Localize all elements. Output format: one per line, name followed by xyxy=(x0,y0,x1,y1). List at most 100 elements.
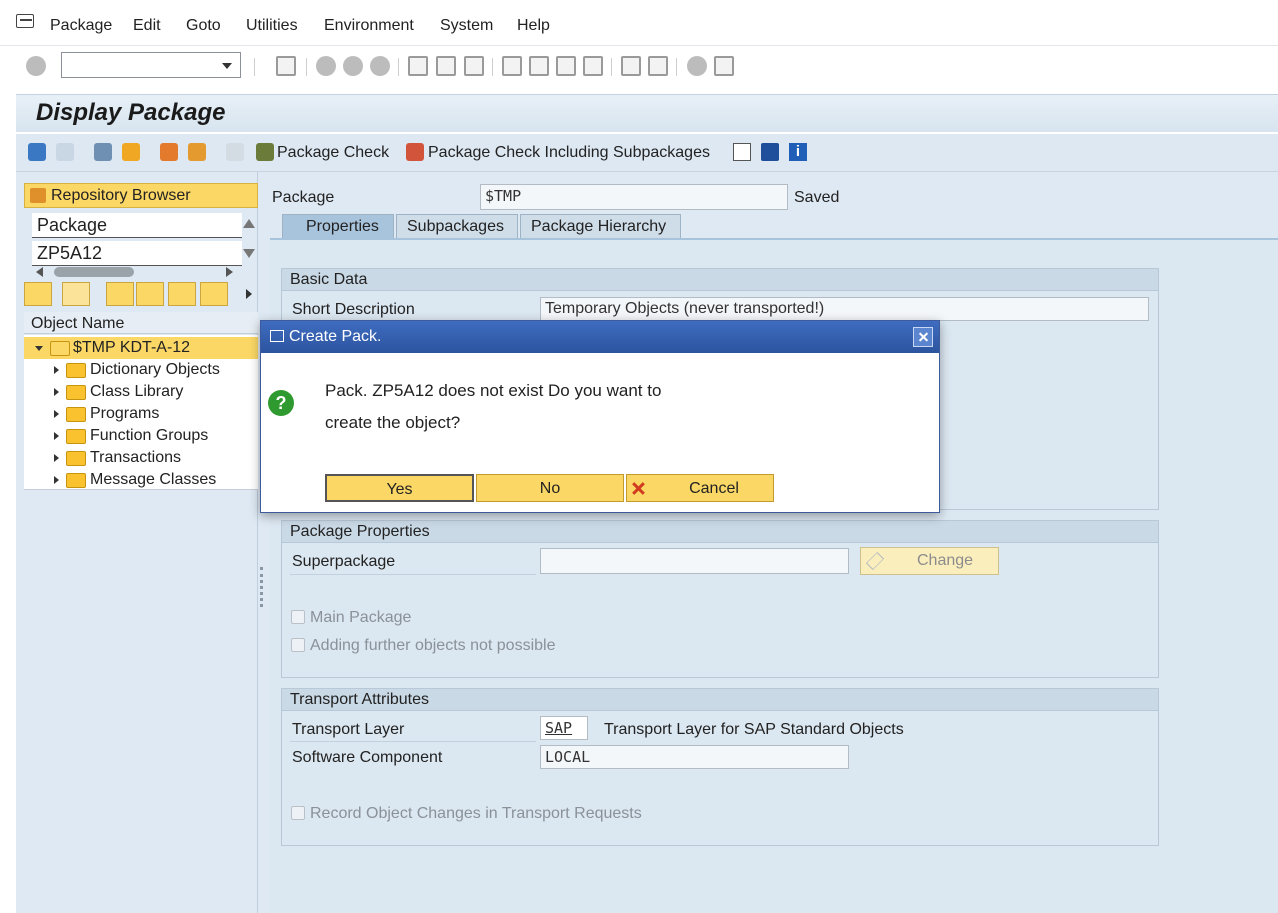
adding-further-checkbox[interactable] xyxy=(291,638,305,652)
tree-node-label: Transactions xyxy=(90,449,181,466)
chevron-right-icon[interactable] xyxy=(54,388,59,396)
save-icon[interactable] xyxy=(276,56,296,76)
change-button[interactable]: Change xyxy=(860,547,999,575)
print-icon[interactable] xyxy=(408,56,428,76)
package-field[interactable]: $TMP xyxy=(480,184,788,210)
tree-node[interactable]: Function Groups xyxy=(24,425,258,447)
forward-arrow-icon[interactable] xyxy=(56,143,74,161)
hierarchy-icon[interactable] xyxy=(188,143,206,161)
save-status: Saved xyxy=(794,189,840,206)
object-name-input[interactable]: ZP5A12 xyxy=(32,241,242,266)
chevron-right-icon[interactable] xyxy=(54,476,59,484)
column-header-label: Object Name xyxy=(31,315,125,332)
menu-help[interactable]: Help xyxy=(517,17,550,35)
package-check-sub-icon[interactable] xyxy=(406,143,424,161)
object-tree: $TMP KDT-A-12 Dictionary Objects Class L… xyxy=(24,335,258,490)
expand-icon[interactable] xyxy=(106,282,134,306)
menu-edit[interactable]: Edit xyxy=(133,17,161,35)
menu-utilities[interactable]: Utilities xyxy=(246,17,298,35)
close-icon[interactable] xyxy=(913,327,933,347)
superpackage-field[interactable] xyxy=(540,548,849,574)
shortcut-icon[interactable] xyxy=(648,56,668,76)
tab-package-hierarchy[interactable]: Package Hierarchy xyxy=(520,214,681,239)
collapse-icon[interactable] xyxy=(136,282,164,306)
other-object-icon[interactable] xyxy=(122,143,140,161)
yes-button[interactable]: Yes xyxy=(325,474,474,502)
tree-node[interactable]: Class Library xyxy=(24,381,258,403)
previous-page-icon[interactable] xyxy=(529,56,549,76)
menu-goto[interactable]: Goto xyxy=(186,17,221,35)
tab-properties[interactable]: Properties xyxy=(282,214,394,239)
tree-node-root[interactable]: $TMP KDT-A-12 xyxy=(24,337,258,359)
dialog-title-bar: Create Pack. xyxy=(261,321,939,353)
object-type-select[interactable]: Package xyxy=(32,213,242,238)
tree-node[interactable]: Transactions xyxy=(24,447,258,469)
folder-icon xyxy=(66,451,86,466)
tree-node[interactable]: Dictionary Objects xyxy=(24,359,258,381)
nav-forward-icon[interactable] xyxy=(62,282,90,306)
chevron-right-icon[interactable] xyxy=(54,366,59,374)
back-arrow-icon[interactable] xyxy=(28,143,46,161)
transport-layer-field[interactable]: SAP xyxy=(540,716,588,740)
new-session-icon[interactable] xyxy=(621,56,641,76)
find-icon[interactable] xyxy=(436,56,456,76)
dialog-message-line1: Pack. ZP5A12 does not exist Do you want … xyxy=(325,381,662,400)
more-icon[interactable] xyxy=(246,289,252,299)
chevron-down-icon[interactable] xyxy=(35,346,43,351)
toolbar-separator xyxy=(254,58,255,76)
software-component-field[interactable]: LOCAL xyxy=(540,745,849,769)
scroll-down-icon[interactable] xyxy=(243,249,255,258)
group-title: Package Properties xyxy=(290,523,430,540)
group-title: Transport Attributes xyxy=(290,691,430,708)
hierarchy-icon[interactable] xyxy=(200,282,228,306)
tab-subpackages[interactable]: Subpackages xyxy=(396,214,518,239)
scroll-right-icon[interactable] xyxy=(226,267,233,277)
info-icon[interactable]: i xyxy=(789,143,807,161)
scroll-up-icon[interactable] xyxy=(243,219,255,228)
menu-system[interactable]: System xyxy=(440,17,493,35)
help-icon[interactable] xyxy=(687,56,707,76)
layout-icon[interactable] xyxy=(761,143,779,161)
no-button[interactable]: No xyxy=(476,474,624,502)
main-package-checkbox[interactable] xyxy=(291,610,305,624)
menu-environment[interactable]: Environment xyxy=(324,17,414,35)
enter-icon[interactable] xyxy=(26,56,46,76)
first-page-icon[interactable] xyxy=(502,56,522,76)
page-title: Display Package xyxy=(36,99,226,126)
tree-node[interactable]: Programs xyxy=(24,403,258,425)
chevron-right-icon[interactable] xyxy=(54,454,59,462)
last-page-icon[interactable] xyxy=(583,56,603,76)
adding-further-label: Adding further objects not possible xyxy=(310,637,556,654)
nav-back-icon[interactable] xyxy=(24,282,52,306)
scroll-left-icon[interactable] xyxy=(36,267,43,277)
activate-icon[interactable] xyxy=(226,143,244,161)
exit-icon[interactable] xyxy=(343,56,363,76)
package-check-icon[interactable] xyxy=(256,143,274,161)
system-menu-icon[interactable] xyxy=(16,14,34,28)
chevron-right-icon[interactable] xyxy=(54,432,59,440)
list-icon[interactable] xyxy=(733,143,751,161)
menu-package[interactable]: Package xyxy=(50,17,112,35)
package-check-button[interactable]: Package Check xyxy=(277,144,389,162)
repository-browser-button[interactable]: Repository Browser xyxy=(24,183,258,208)
splitter-grip-icon[interactable] xyxy=(260,567,263,607)
next-page-icon[interactable] xyxy=(556,56,576,76)
tree-node[interactable]: Message Classes xyxy=(24,469,258,491)
back-icon[interactable] xyxy=(316,56,336,76)
short-description-field[interactable]: Temporary Objects (never transported!) xyxy=(540,297,1149,321)
horizontal-scrollbar[interactable] xyxy=(54,267,134,277)
chevron-down-icon[interactable] xyxy=(222,63,232,69)
where-used-icon[interactable] xyxy=(160,143,178,161)
cancel-icon[interactable] xyxy=(370,56,390,76)
record-changes-checkbox[interactable] xyxy=(291,806,305,820)
cancel-button[interactable]: Cancel xyxy=(626,474,774,502)
binoculars-icon[interactable] xyxy=(168,282,196,306)
display-change-icon[interactable] xyxy=(94,143,112,161)
customize-layout-icon[interactable] xyxy=(714,56,734,76)
splitter[interactable] xyxy=(258,172,270,913)
command-field[interactable] xyxy=(61,52,241,78)
find-next-icon[interactable] xyxy=(464,56,484,76)
record-changes-label: Record Object Changes in Transport Reque… xyxy=(310,805,642,822)
chevron-right-icon[interactable] xyxy=(54,410,59,418)
package-check-sub-button[interactable]: Package Check Including Subpackages xyxy=(428,144,710,162)
